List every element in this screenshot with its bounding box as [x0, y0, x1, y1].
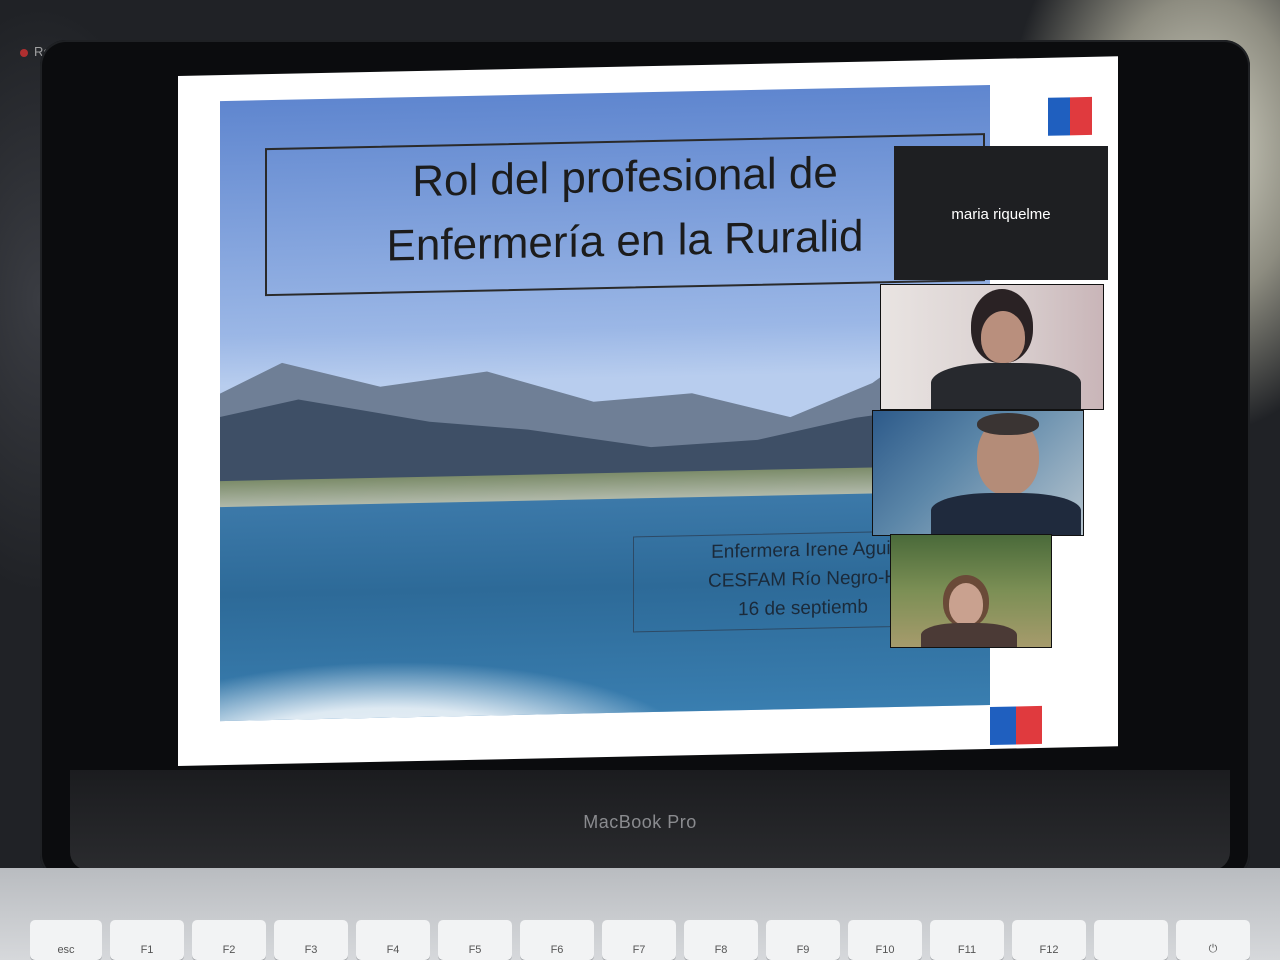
key-f9[interactable]: F9	[766, 920, 840, 960]
key-f11[interactable]: F11	[930, 920, 1004, 960]
participant-3-body	[921, 623, 1017, 647]
key-esc[interactable]: esc	[30, 920, 102, 960]
flag-red-bottom	[1016, 705, 1042, 745]
laptop-brand-label: MacBook Pro	[583, 812, 697, 832]
recording-dot-icon	[20, 48, 28, 57]
participant-video-tile-2[interactable]	[872, 410, 1084, 536]
participant-2-hair	[977, 413, 1039, 435]
participant-1-face	[981, 311, 1025, 363]
slide-title-line-1: Rol del profesional de	[412, 148, 838, 207]
participant-video-tile-3[interactable]	[890, 534, 1052, 648]
key-f6[interactable]: F6	[520, 920, 594, 960]
flag-red-top	[1070, 96, 1092, 136]
key-power[interactable]: ⏻	[1176, 920, 1250, 960]
lake-mountain-photo: Rol del profesional de Enfermería en la …	[220, 84, 990, 722]
key-eject[interactable]	[1094, 920, 1168, 960]
key-f1[interactable]: F1	[110, 920, 184, 960]
key-f4[interactable]: F4	[356, 920, 430, 960]
flag-blue-bottom	[990, 706, 1016, 745]
participant-3-face	[949, 583, 983, 625]
key-f2[interactable]: F2	[192, 920, 266, 960]
participant-1-body	[931, 363, 1081, 409]
participant-video-tile-1[interactable]	[880, 284, 1104, 410]
power-icon: ⏻	[1208, 943, 1218, 955]
participant-2-body	[931, 493, 1081, 535]
key-f5[interactable]: F5	[438, 920, 512, 960]
key-f10[interactable]: F10	[848, 920, 922, 960]
key-f8[interactable]: F8	[684, 920, 758, 960]
slide-title-line-2: Enfermería en la Ruralid	[386, 211, 864, 271]
slide-title-box: Rol del profesional de Enfermería en la …	[265, 133, 985, 297]
flag-blue-top	[1048, 97, 1070, 136]
participant-name-label: maria riquelme	[951, 206, 1051, 223]
key-f12[interactable]: F12	[1012, 920, 1086, 960]
key-f3[interactable]: F3	[274, 920, 348, 960]
key-f7[interactable]: F7	[602, 920, 676, 960]
active-speaker-panel[interactable]: maria riquelme	[894, 146, 1108, 280]
